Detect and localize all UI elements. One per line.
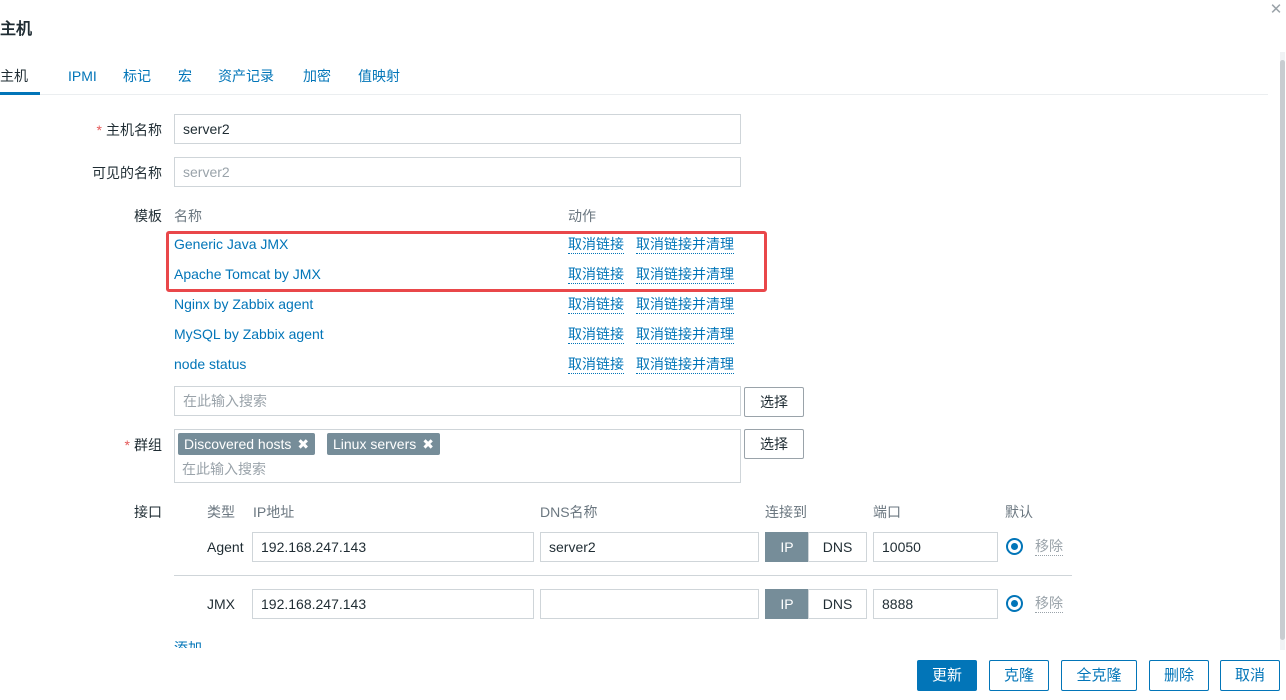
template-link[interactable]: Apache Tomcat by JMX (174, 266, 321, 282)
tab-value-mapping[interactable]: 值映射 (358, 62, 400, 95)
unlink-clear-link[interactable]: 取消链接并清理 (636, 356, 734, 374)
iface-add-link[interactable]: 添加 (174, 638, 202, 648)
iface-port-input[interactable]: 10050 (873, 532, 998, 562)
iface-col-ip: IP地址 (253, 504, 295, 520)
groups-search-input[interactable]: 在此输入搜索 (182, 459, 266, 479)
form-body: * 主机名称 server2 可见的名称 server2 模板 名称 动作 Gen… (0, 96, 1276, 648)
templates-col-action: 动作 (568, 208, 596, 224)
visible-name-input[interactable]: server2 (174, 157, 741, 187)
dialog-title: 主机 (0, 21, 33, 38)
tab-encryption[interactable]: 加密 (303, 62, 331, 95)
full-clone-button[interactable]: 全克隆 (1061, 660, 1137, 691)
unlink-clear-link[interactable]: 取消链接并清理 (636, 296, 734, 314)
iface-port-input[interactable]: 8888 (873, 589, 998, 619)
iface-type: Agent (207, 539, 244, 555)
tab-macros[interactable]: 宏 (178, 62, 192, 95)
iface-col-default: 默认 (1005, 504, 1033, 520)
unlink-link[interactable]: 取消链接 (568, 236, 624, 254)
tab-bar: 主机 IPMI 标记 宏 资产记录 加密 值映射 (0, 62, 1268, 95)
remove-tag-icon[interactable]: ✖ (297, 436, 309, 452)
iface-remove-link[interactable]: 移除 (1035, 538, 1063, 556)
delete-button[interactable]: 删除 (1149, 660, 1209, 691)
unlink-clear-link[interactable]: 取消链接并清理 (636, 236, 734, 254)
remove-tag-icon[interactable]: ✖ (422, 436, 434, 452)
default-radio[interactable] (1006, 538, 1023, 555)
template-link[interactable]: node status (174, 356, 246, 372)
connect-ip-toggle[interactable]: IP (765, 589, 809, 619)
templates-label: 模板 (134, 208, 162, 224)
scrollbar-thumb[interactable] (1280, 60, 1285, 640)
connect-dns-toggle[interactable]: DNS (808, 589, 867, 619)
tab-inventory[interactable]: 资产记录 (218, 62, 274, 95)
group-tag-label: Discovered hosts (184, 436, 292, 452)
close-icon[interactable]: ✕ (1268, 2, 1284, 18)
host-name-label: * 主机名称 (96, 122, 162, 138)
visible-name-label: 可见的名称 (92, 165, 162, 181)
group-select-button[interactable]: 选择 (744, 429, 804, 459)
group-tag-label: Linux servers (333, 436, 417, 452)
template-select-button[interactable]: 选择 (744, 387, 804, 417)
template-link[interactable]: MySQL by Zabbix agent (174, 326, 324, 342)
unlink-link[interactable]: 取消链接 (568, 266, 624, 284)
iface-remove-link[interactable]: 移除 (1035, 595, 1063, 613)
iface-col-port: 端口 (873, 504, 901, 520)
iface-dns-input[interactable] (540, 589, 759, 619)
group-tag: Linux servers ✖ (327, 433, 440, 455)
iface-ip-input[interactable]: 192.168.247.143 (252, 589, 534, 619)
host-name-input[interactable]: server2 (174, 114, 741, 144)
unlink-link[interactable]: 取消链接 (568, 356, 624, 374)
iface-col-dns: DNS名称 (540, 504, 598, 520)
groups-label: * 群组 (124, 437, 162, 453)
unlink-link[interactable]: 取消链接 (568, 296, 624, 314)
update-button[interactable]: 更新 (917, 660, 977, 691)
unlink-clear-link[interactable]: 取消链接并清理 (636, 326, 734, 344)
default-radio[interactable] (1006, 595, 1023, 612)
connect-dns-toggle[interactable]: DNS (808, 532, 867, 562)
iface-dns-input[interactable]: server2 (540, 532, 759, 562)
template-search-input[interactable]: 在此输入搜索 (174, 386, 741, 416)
group-tag: Discovered hosts ✖ (178, 433, 316, 455)
unlink-link[interactable]: 取消链接 (568, 326, 624, 344)
cancel-button[interactable]: 取消 (1220, 660, 1280, 691)
iface-col-type: 类型 (207, 504, 235, 520)
connect-ip-toggle[interactable]: IP (765, 532, 809, 562)
templates-col-name: 名称 (174, 208, 202, 224)
template-link[interactable]: Nginx by Zabbix agent (174, 296, 313, 312)
tab-ipmi[interactable]: IPMI (68, 62, 97, 95)
template-link[interactable]: Generic Java JMX (174, 236, 288, 252)
required-mark: * (96, 122, 102, 138)
divider (174, 575, 1072, 576)
clone-button[interactable]: 克隆 (989, 660, 1049, 691)
tab-tags[interactable]: 标记 (123, 62, 151, 95)
iface-col-connect: 连接到 (765, 504, 807, 520)
iface-ip-input[interactable]: 192.168.247.143 (252, 532, 534, 562)
groups-multiselect[interactable]: Discovered hosts ✖ Linux servers ✖ 在此输入搜索 (174, 429, 741, 483)
iface-type: JMX (207, 596, 235, 612)
tab-host[interactable]: 主机 (0, 62, 40, 95)
interfaces-label: 接口 (134, 504, 162, 520)
unlink-clear-link[interactable]: 取消链接并清理 (636, 266, 734, 284)
required-mark: * (124, 437, 130, 453)
